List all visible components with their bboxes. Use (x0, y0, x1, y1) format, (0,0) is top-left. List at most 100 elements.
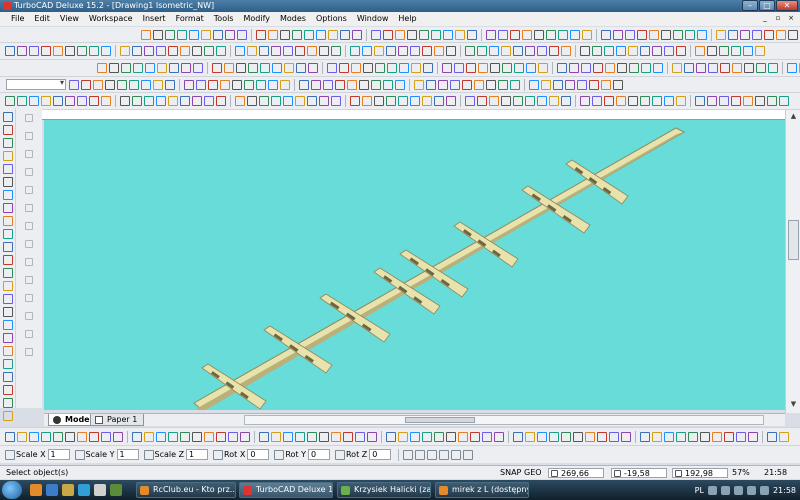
toolbar-tool-icon[interactable] (235, 46, 245, 56)
toolbar-tool-icon[interactable] (268, 79, 278, 90)
toolbar-tool-icon[interactable] (719, 46, 729, 56)
toolbar-tool-icon[interactable] (362, 46, 372, 56)
toolbar-tool-icon[interactable] (431, 29, 441, 40)
toolbar-tool-icon[interactable] (156, 96, 166, 106)
left-tool-icon[interactable] (2, 242, 13, 252)
bottom-tool-icon[interactable] (386, 431, 396, 442)
toolbar-tool-icon[interactable] (767, 96, 777, 106)
ie-icon[interactable] (78, 484, 90, 496)
bottom-tool-icon[interactable] (688, 431, 698, 442)
bottom-tool-icon[interactable] (549, 431, 559, 442)
toolbar-tool-icon[interactable] (53, 46, 63, 56)
toolbar-tool-icon[interactable] (5, 46, 15, 56)
toolbar-tool-icon[interactable] (561, 46, 571, 56)
palette-tool-icon[interactable] (25, 330, 33, 338)
tray-icon[interactable] (720, 485, 730, 495)
toolbar-tool-icon[interactable] (153, 29, 163, 40)
toolbar-tool-icon[interactable] (490, 63, 500, 73)
toolbar-tool-icon[interactable] (280, 79, 290, 90)
left-tool-icon[interactable] (2, 255, 13, 265)
rot-x-input[interactable]: 0 (247, 449, 270, 460)
toolbar-tool-icon[interactable] (522, 29, 532, 40)
toolbar-tool-icon[interactable] (788, 29, 798, 40)
toolbar-tool-icon[interactable] (446, 96, 456, 106)
firefox-icon[interactable] (30, 484, 42, 496)
toolbar-tool-icon[interactable] (731, 96, 741, 106)
toolbar-tool-icon[interactable] (77, 96, 87, 106)
toolbar-tool-icon[interactable] (549, 96, 559, 106)
toolbar-tool-icon[interactable] (260, 63, 270, 73)
menu-insert[interactable]: Insert (138, 12, 171, 26)
bottom-tool-icon[interactable] (748, 431, 758, 442)
toolbar-tool-icon[interactable] (41, 96, 51, 106)
toolbar-tool-icon[interactable] (307, 96, 317, 106)
toolbar-tool-icon[interactable] (256, 79, 266, 90)
palette-tool-icon[interactable] (25, 186, 33, 194)
left-tool-icon[interactable] (2, 333, 13, 343)
toolbar-tool-icon[interactable] (319, 46, 329, 56)
toolbar-tool-icon[interactable] (720, 63, 730, 73)
toolbar-tool-icon[interactable] (580, 46, 590, 56)
task-krzysiek[interactable]: Krzysiek Halicki (zar... (337, 482, 431, 498)
toolbar-tool-icon[interactable] (216, 96, 226, 106)
toolbar-tool-icon[interactable] (604, 96, 614, 106)
task-mirek[interactable]: mirek z L (dostępny) (435, 482, 529, 498)
toolbar-tool-icon[interactable] (743, 96, 753, 106)
toolbar-tool-icon[interactable] (640, 46, 650, 56)
toolbar-tool-icon[interactable] (268, 29, 278, 40)
toolbar-dropdown[interactable] (6, 78, 66, 90)
toolbar-tool-icon[interactable] (529, 79, 539, 90)
toolbar-tool-icon[interactable] (41, 46, 51, 56)
left-tool-icon[interactable] (2, 177, 13, 187)
toolbar-tool-icon[interactable] (695, 96, 705, 106)
palette-tool-icon[interactable] (25, 276, 33, 284)
toolbar-tool-icon[interactable] (537, 96, 547, 106)
toolbar-tool-icon[interactable] (776, 29, 786, 40)
bottom-tool-icon[interactable] (724, 431, 734, 442)
menu-format[interactable]: Format (171, 12, 209, 26)
toolbar-tool-icon[interactable] (580, 96, 590, 106)
toolbar-tool-icon[interactable] (375, 63, 385, 73)
toolbar-tool-icon[interactable] (351, 63, 361, 73)
bottom-tool-icon[interactable] (77, 431, 87, 442)
bottom-tool-icon[interactable] (17, 431, 27, 442)
toolbar-tool-icon[interactable] (442, 63, 452, 73)
toolbar-tool-icon[interactable] (132, 96, 142, 106)
toolbar-tool-icon[interactable] (541, 79, 551, 90)
toolbar-tool-icon[interactable] (236, 63, 246, 73)
toolbar-tool-icon[interactable] (422, 46, 432, 56)
toolbar-tool-icon[interactable] (434, 46, 444, 56)
toolbar-tool-icon[interactable] (525, 46, 535, 56)
toolbar-tool-icon[interactable] (144, 96, 154, 106)
bottom-tool-icon[interactable] (53, 431, 63, 442)
toolbar-tool-icon[interactable] (605, 63, 615, 73)
bottom-tool-icon[interactable] (101, 431, 111, 442)
menu-modes[interactable]: Modes (275, 12, 311, 26)
toolbar-tool-icon[interactable] (510, 29, 520, 40)
toolbar-tool-icon[interactable] (157, 63, 167, 73)
toolbar-tool-icon[interactable] (105, 79, 115, 90)
menu-options[interactable]: Options (311, 12, 352, 26)
bottom-tool-icon[interactable] (537, 431, 547, 442)
bottom-tool-icon[interactable] (89, 431, 99, 442)
left-tool-icon[interactable] (2, 359, 13, 369)
toolbar-tool-icon[interactable] (189, 29, 199, 40)
toolbar-tool-icon[interactable] (569, 63, 579, 73)
toolbar-tool-icon[interactable] (295, 96, 305, 106)
toolbar-tool-icon[interactable] (637, 29, 647, 40)
toolbar-tool-icon[interactable] (653, 63, 663, 73)
toolbar-tool-icon[interactable] (69, 79, 79, 90)
bottom-tool-icon[interactable] (458, 431, 468, 442)
toolbar-tool-icon[interactable] (467, 29, 477, 40)
toolbar-tool-icon[interactable] (244, 79, 254, 90)
vertical-scroll-thumb[interactable] (788, 220, 799, 260)
toolbar-tool-icon[interactable] (454, 63, 464, 73)
toolbar-tool-icon[interactable] (664, 96, 674, 106)
toolbar-tool-icon[interactable] (561, 96, 571, 106)
bottom-tool-icon[interactable] (561, 431, 571, 442)
tray-icon[interactable] (707, 485, 717, 495)
toolbar-tool-icon[interactable] (411, 63, 421, 73)
left-tool-icon[interactable] (2, 138, 13, 148)
toolbar-tool-icon[interactable] (399, 63, 409, 73)
toolbar-tool-icon[interactable] (616, 96, 626, 106)
